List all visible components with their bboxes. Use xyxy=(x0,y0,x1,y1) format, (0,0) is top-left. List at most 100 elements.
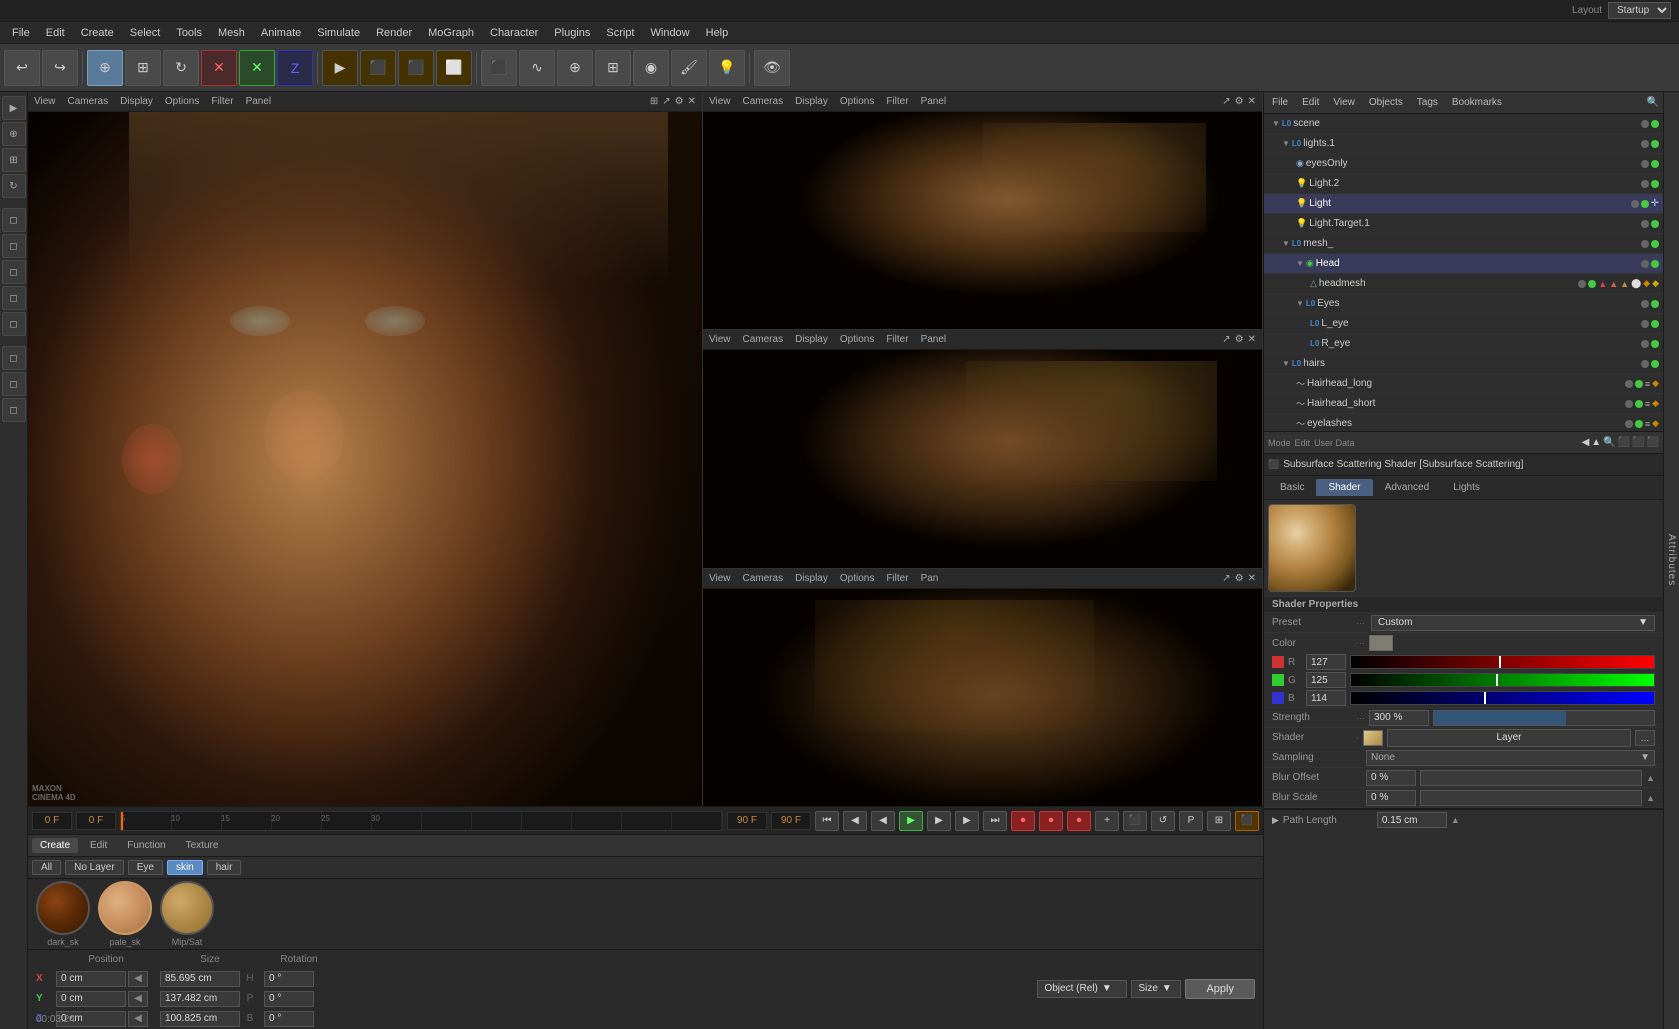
transport-start[interactable]: ⏮ xyxy=(815,811,839,831)
channel-g-input[interactable] xyxy=(1306,672,1346,688)
eyelashes-dot-2[interactable] xyxy=(1635,420,1643,428)
preset-dropdown[interactable]: Custom ▼ xyxy=(1371,615,1655,631)
me-mode[interactable]: Mode xyxy=(1268,438,1291,448)
sv2-panel[interactable]: Panel xyxy=(921,334,947,345)
menu-simulate[interactable]: Simulate xyxy=(309,25,368,41)
sv3-cameras[interactable]: Cameras xyxy=(743,573,784,584)
eyesonly-dot-1[interactable] xyxy=(1641,160,1649,168)
eyes-dot-1[interactable] xyxy=(1641,300,1649,308)
reye-dot-1[interactable] xyxy=(1641,340,1649,348)
headmesh-tag-6[interactable]: ◆ xyxy=(1652,278,1659,289)
me-tab-lights[interactable]: Lights xyxy=(1441,479,1492,496)
coord-x-pos[interactable] xyxy=(56,971,126,987)
left-rotate[interactable]: ↻ xyxy=(2,174,26,198)
channel-g-slider[interactable] xyxy=(1350,673,1655,687)
render-preview-btn[interactable]: ▶ xyxy=(322,50,358,86)
om-bookmarks[interactable]: Bookmarks xyxy=(1448,97,1506,108)
vp-close-icon[interactable]: ✕ xyxy=(688,96,696,107)
menu-mesh[interactable]: Mesh xyxy=(210,25,253,41)
hairlong-dot-2[interactable] xyxy=(1635,380,1643,388)
hairlong-dot-1[interactable] xyxy=(1625,380,1633,388)
vp-filter[interactable]: Filter xyxy=(211,96,233,107)
head-dot-1[interactable] xyxy=(1641,260,1649,268)
layout-select[interactable]: Startup xyxy=(1608,2,1671,19)
vp-settings-icon[interactable]: ⚙ xyxy=(675,96,684,107)
tree-item-hairshort[interactable]: 〜 Hairhead_short ≡ ◆ xyxy=(1264,394,1663,414)
vp-options[interactable]: Options xyxy=(165,96,199,107)
me-arrow-up[interactable]: ▲ xyxy=(1591,437,1601,448)
om-view[interactable]: View xyxy=(1329,97,1359,108)
sv3-expand[interactable]: ↗ xyxy=(1222,573,1230,584)
main-viewport[interactable]: MAXONCINEMA 4D xyxy=(28,112,702,806)
eyelashes-tag2[interactable]: ◆ xyxy=(1652,418,1659,429)
tree-item-eyesonly[interactable]: ◉ eyesOnly xyxy=(1264,154,1663,174)
me-tab-basic[interactable]: Basic xyxy=(1268,479,1316,496)
left-t7[interactable]: ◻ xyxy=(2,372,26,396)
left-t3[interactable]: ◻ xyxy=(2,260,26,284)
transport-play[interactable]: ▶ xyxy=(899,811,923,831)
lights-collapse-icon[interactable]: ▼ xyxy=(1282,139,1290,148)
sv2-expand[interactable]: ↗ xyxy=(1222,334,1230,345)
coord-z-size[interactable] xyxy=(160,1011,240,1027)
sv1-settings[interactable]: ⚙ xyxy=(1235,96,1244,107)
light-dot-1[interactable] xyxy=(1631,200,1639,208)
filter-eye[interactable]: Eye xyxy=(128,860,163,875)
sv2-close[interactable]: ✕ xyxy=(1248,334,1256,345)
sv1-expand[interactable]: ↗ xyxy=(1222,96,1230,107)
headmesh-dot-2[interactable] xyxy=(1588,280,1596,288)
transport-next[interactable]: ▶ xyxy=(927,811,951,831)
sv3-panel[interactable]: Pan xyxy=(921,573,939,584)
me-icon4[interactable]: ⬛ xyxy=(1647,437,1659,448)
material-swatch-3[interactable] xyxy=(160,881,214,935)
menu-create[interactable]: Create xyxy=(73,25,122,41)
channel-b-input[interactable] xyxy=(1306,690,1346,706)
tree-item-mesh[interactable]: ▼ L0 mesh_ xyxy=(1264,234,1663,254)
menu-animate[interactable]: Animate xyxy=(253,25,309,41)
transport-t1[interactable]: + xyxy=(1095,811,1119,831)
mesh-dot-1[interactable] xyxy=(1641,240,1649,248)
sv2-filter[interactable]: Filter xyxy=(886,334,908,345)
tab-texture[interactable]: Texture xyxy=(178,838,227,853)
channel-b-slider[interactable] xyxy=(1350,691,1655,705)
me-search-icon[interactable]: 🔍 xyxy=(1603,437,1615,448)
xyz-x-btn[interactable]: ✕ xyxy=(201,50,237,86)
sv3-display[interactable]: Display xyxy=(795,573,828,584)
light2-dot-1[interactable] xyxy=(1641,180,1649,188)
headmesh-tag-4[interactable]: ⬤ xyxy=(1631,278,1641,289)
shader-more-btn[interactable]: … xyxy=(1635,730,1655,746)
coord-y-pos[interactable] xyxy=(56,991,126,1007)
sv2-options[interactable]: Options xyxy=(840,334,874,345)
sv3-close[interactable]: ✕ xyxy=(1248,573,1256,584)
object-rel-dropdown[interactable]: Object (Rel) ▼ xyxy=(1037,980,1127,998)
headmesh-dot-1[interactable] xyxy=(1578,280,1586,288)
tree-item-lighttarget[interactable]: 💡 Light.Target.1 xyxy=(1264,214,1663,234)
coord-z-pos-arrow[interactable]: ◀ xyxy=(128,1011,148,1027)
material-swatch-2[interactable] xyxy=(98,881,152,935)
left-move[interactable]: ⊕ xyxy=(2,122,26,146)
secondary-viewport-3[interactable] xyxy=(703,589,1262,806)
om-tags[interactable]: Tags xyxy=(1413,97,1442,108)
tab-create[interactable]: Create xyxy=(32,838,78,853)
secondary-viewport-2[interactable] xyxy=(703,350,1262,567)
me-tab-shader[interactable]: Shader xyxy=(1316,479,1372,496)
om-file[interactable]: File xyxy=(1268,97,1292,108)
tree-item-light2[interactable]: 💡 Light.2 xyxy=(1264,174,1663,194)
timecode-start[interactable] xyxy=(32,812,72,830)
leye-dot-1[interactable] xyxy=(1641,320,1649,328)
lighttarget-dot-2[interactable] xyxy=(1651,220,1659,228)
eyelashes-tag1[interactable]: ≡ xyxy=(1645,419,1650,429)
left-scale[interactable]: ⊞ xyxy=(2,148,26,172)
loop-btn[interactable]: ⊕ xyxy=(557,50,593,86)
transport-end[interactable]: ⏭ xyxy=(983,811,1007,831)
left-t2[interactable]: ◻ xyxy=(2,234,26,258)
hairshort-dot-1[interactable] xyxy=(1625,400,1633,408)
sv3-options[interactable]: Options xyxy=(840,573,874,584)
menu-file[interactable]: File xyxy=(4,25,38,41)
lighttarget-dot-1[interactable] xyxy=(1641,220,1649,228)
sv2-display[interactable]: Display xyxy=(795,334,828,345)
coord-y-pos-arrow[interactable]: ◀ xyxy=(128,991,148,1007)
timecode-end2[interactable] xyxy=(771,812,811,830)
sv3-filter[interactable]: Filter xyxy=(886,573,908,584)
hairshort-tag1[interactable]: ≡ xyxy=(1645,399,1650,409)
hairs-dot-1[interactable] xyxy=(1641,360,1649,368)
